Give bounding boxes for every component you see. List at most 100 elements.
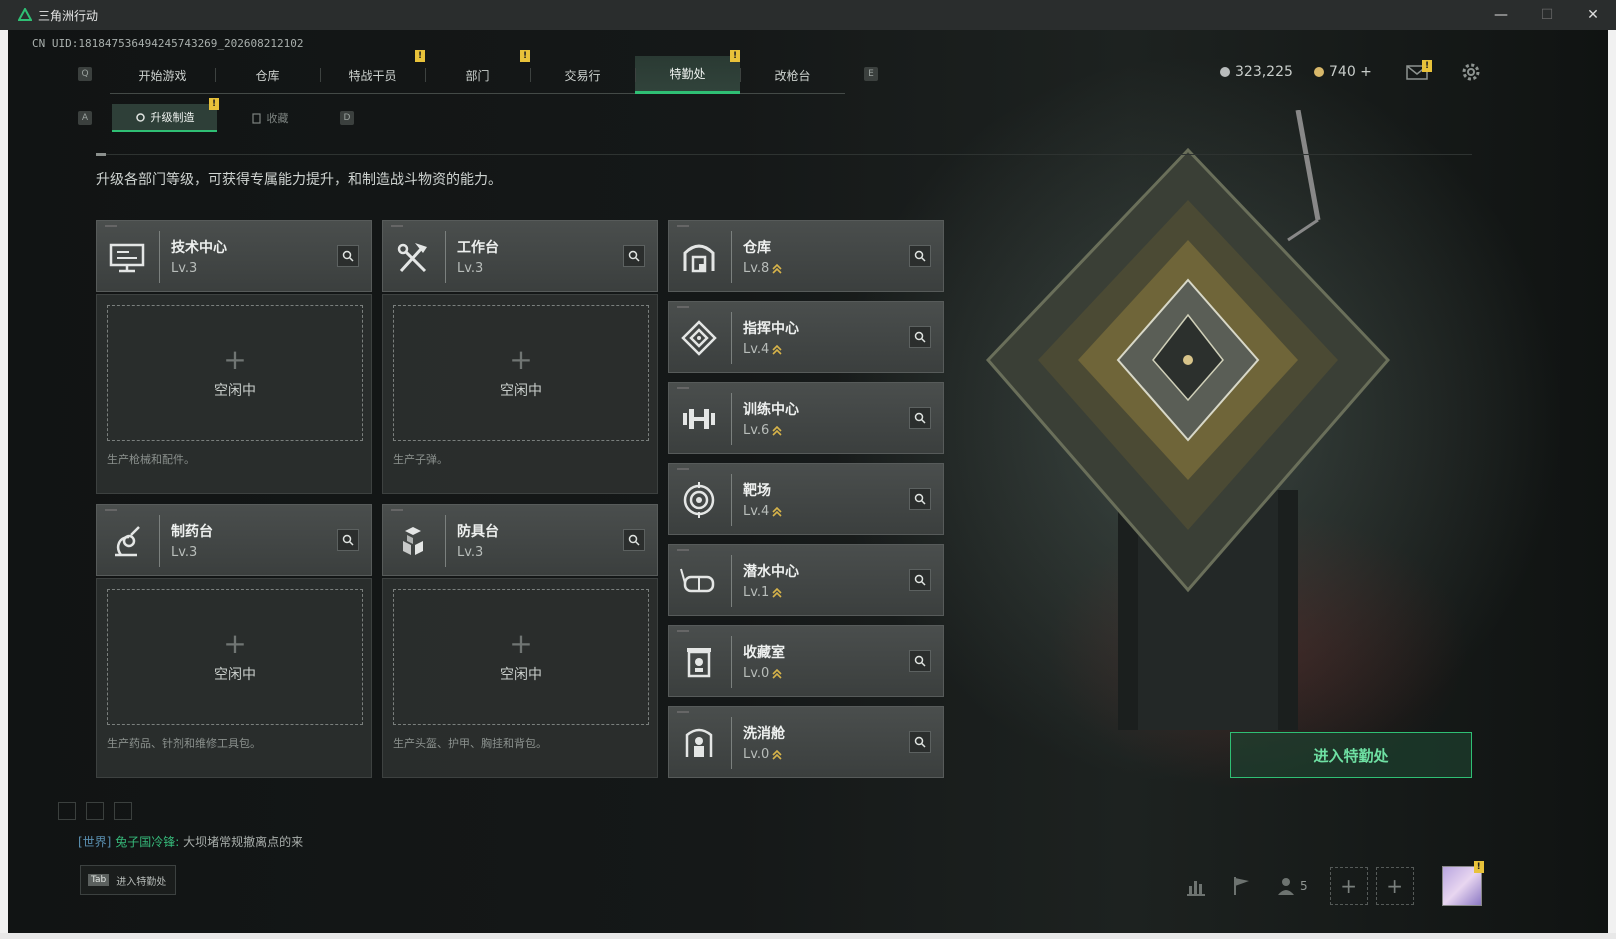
background-window-edge xyxy=(0,30,8,939)
chat-message[interactable]: [世界] 兔子国冷锋: 大坝堵常规撤离点的来 xyxy=(78,833,303,850)
facility-card-tech-center[interactable]: 技术中心 Lv.3 xyxy=(96,220,372,292)
tab-trade[interactable]: 交易行 xyxy=(530,56,635,94)
tab-warehouse[interactable]: 仓库 xyxy=(215,56,320,94)
production-slot-panel: + 空闲中 生产药品、针剂和维修工具包。 xyxy=(96,578,372,778)
production-slot-panel: + 空闲中 生产子弹。 xyxy=(382,294,658,494)
facility-level: Lv.6 xyxy=(743,423,782,438)
card-tag xyxy=(677,306,689,308)
search-icon[interactable] xyxy=(909,488,931,510)
production-hint: 生产头盔、护甲、胸挂和背包。 xyxy=(393,737,547,750)
separator xyxy=(731,555,732,607)
tab-hint-label: 进入特勤处 xyxy=(116,876,167,888)
search-icon[interactable] xyxy=(909,650,931,672)
subtab-upgrade-craft[interactable]: 升级制造 ! xyxy=(112,98,219,132)
slot-status: 空闲中 xyxy=(214,667,256,683)
card-tag xyxy=(677,630,689,632)
game-viewport: CN UID:18184753649424574326​9_2026082121… xyxy=(8,30,1608,933)
delta-logo-icon xyxy=(18,8,32,21)
production-slot[interactable]: + 空闲中 xyxy=(393,589,649,725)
upgrade-arrow-icon xyxy=(772,344,782,355)
quick-slot[interactable] xyxy=(114,802,132,820)
facility-card-training-center[interactable]: 训练中心 Lv.6 xyxy=(668,382,944,454)
notification-badge: ! xyxy=(730,50,740,62)
search-icon[interactable] xyxy=(337,529,359,551)
gold-currency[interactable]: 740 + xyxy=(1314,64,1372,80)
quick-slot[interactable] xyxy=(86,802,104,820)
search-icon[interactable] xyxy=(909,569,931,591)
divider xyxy=(96,154,1472,155)
production-slot[interactable]: + 空闲中 xyxy=(107,305,363,441)
facility-card-armor-bench[interactable]: 防具台 Lv.3 xyxy=(382,504,658,576)
friends-button[interactable]: 5 xyxy=(1276,874,1308,898)
separator xyxy=(445,231,446,283)
computer-icon xyxy=(109,243,145,273)
production-hint: 生产子弹。 xyxy=(393,453,448,466)
facility-name: 工作台 xyxy=(457,240,499,256)
enter-special-ops-button[interactable]: 进入特勤处 xyxy=(1230,732,1472,778)
maximize-button[interactable]: ☐ xyxy=(1524,0,1570,30)
facility-level: Lv.3 xyxy=(457,261,483,276)
tab-key: Tab xyxy=(88,874,110,886)
flag-icon[interactable] xyxy=(1230,874,1254,898)
diving-mask-icon xyxy=(680,568,715,593)
minimize-button[interactable]: — xyxy=(1478,0,1524,30)
facility-card-workbench[interactable]: 工作台 Lv.3 xyxy=(382,220,658,292)
facility-card-command-center[interactable]: 指挥中心 Lv.4 xyxy=(668,301,944,373)
tab-gunsmith[interactable]: 改枪台 xyxy=(740,56,845,94)
plus-icon: + xyxy=(223,343,247,376)
facility-level: Lv.1 xyxy=(743,585,782,600)
level-text: Lv.1 xyxy=(743,585,770,600)
facility-card-decon-chamber[interactable]: 洗消舱 Lv.0 xyxy=(668,706,944,778)
facility-name: 靶场 xyxy=(743,483,771,499)
search-icon[interactable] xyxy=(909,245,931,267)
target-icon xyxy=(683,482,715,518)
search-icon[interactable] xyxy=(337,245,359,267)
card-tag xyxy=(391,509,403,511)
silver-amount: 323,225 xyxy=(1235,64,1293,80)
party-invite-slot[interactable]: + xyxy=(1375,867,1414,905)
level-text: Lv.3 xyxy=(457,545,484,560)
silver-coin-icon xyxy=(1220,67,1230,77)
tab-departments[interactable]: 部门! xyxy=(425,50,530,94)
chat-user: 兔子国冷锋: xyxy=(115,835,180,849)
slot-status: 空闲中 xyxy=(214,383,256,399)
separator xyxy=(731,231,732,283)
facility-card-shooting-range[interactable]: 靶场 Lv.4 xyxy=(668,463,944,535)
notification-badge: ! xyxy=(520,50,530,62)
production-slot[interactable]: + 空闲中 xyxy=(393,305,649,441)
card-tag xyxy=(677,468,689,470)
background-window-edge-right xyxy=(1608,30,1616,939)
upgrade-arrow-icon xyxy=(772,263,782,274)
tab-start-game[interactable]: 开始游戏 xyxy=(110,56,215,94)
close-button[interactable]: ✕ xyxy=(1570,0,1616,30)
keyhint-e: E xyxy=(864,67,878,81)
safehouse-cube-illustration xyxy=(985,110,1391,730)
notification-badge: ! xyxy=(415,50,425,62)
search-icon[interactable] xyxy=(909,407,931,429)
facility-level: Lv.8 xyxy=(743,261,782,276)
party-invite-slot[interactable]: + xyxy=(1329,867,1368,905)
search-icon[interactable] xyxy=(909,731,931,753)
window-title: 三角洲行动 xyxy=(38,8,99,23)
gear-icon[interactable] xyxy=(1460,61,1482,83)
quick-slot[interactable] xyxy=(58,802,76,820)
tab-key-hint[interactable]: Tab 进入特勤处 xyxy=(80,865,176,895)
card-tag xyxy=(677,225,689,227)
stats-chart-icon[interactable] xyxy=(1184,874,1208,898)
search-icon[interactable] xyxy=(623,529,645,551)
decon-icon xyxy=(685,728,713,757)
search-icon[interactable] xyxy=(909,326,931,348)
subtab-collection[interactable]: 收藏 xyxy=(217,104,322,132)
production-slot[interactable]: + 空闲中 xyxy=(107,589,363,725)
tab-special-ops[interactable]: 特勤处! xyxy=(635,50,740,94)
facility-level: Lv.4 xyxy=(743,504,782,519)
search-icon[interactable] xyxy=(623,245,645,267)
player-uid: CN UID:18184753649424574326​9_2026082121… xyxy=(32,37,304,50)
facility-card-diving-center[interactable]: 潜水中心 Lv.1 xyxy=(668,544,944,616)
facility-card-pharmacy[interactable]: 制药台 Lv.3 xyxy=(96,504,372,576)
player-avatar[interactable]: ! xyxy=(1441,861,1484,906)
tab-operators[interactable]: 特战干员! xyxy=(320,50,425,94)
facility-card-collection-room[interactable]: 收藏室 Lv.0 xyxy=(668,625,944,697)
facility-card-warehouse[interactable]: 仓库 Lv.8 xyxy=(668,220,944,292)
separator xyxy=(159,515,160,567)
